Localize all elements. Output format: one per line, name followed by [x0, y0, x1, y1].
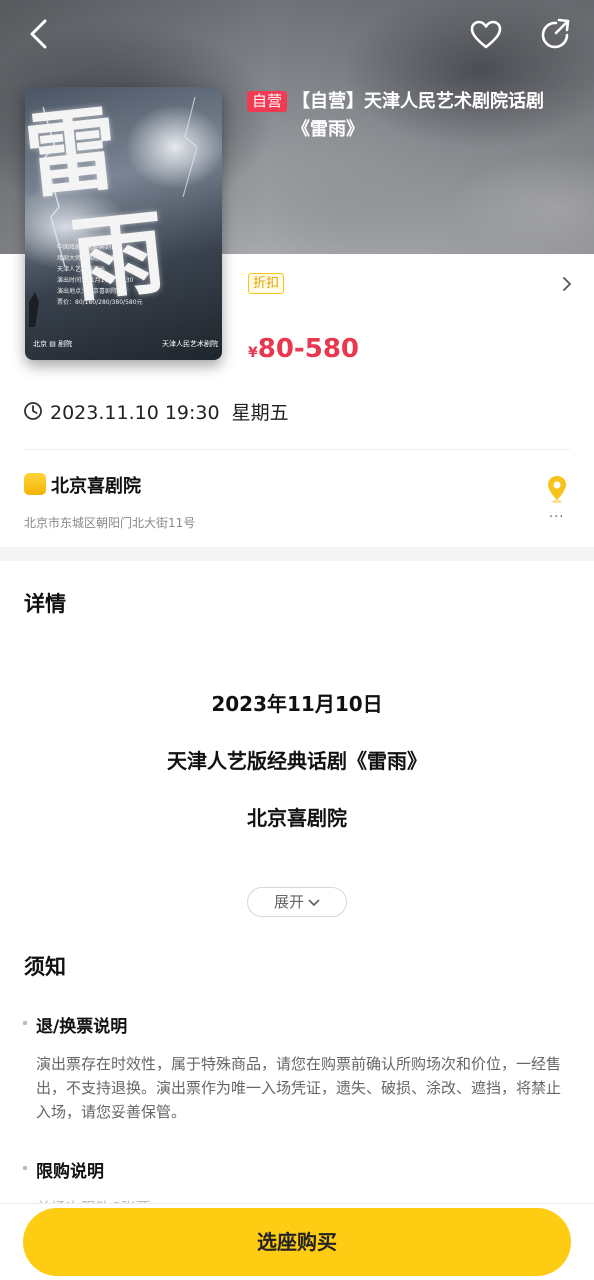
chevron-down-icon — [308, 889, 320, 917]
poster-char-1: 雷 — [25, 94, 123, 212]
chevron-left-icon[interactable] — [22, 16, 58, 52]
poster-footer-left: 北京 ▤ 剧院 — [33, 340, 73, 348]
poster-footer: 北京 ▤ 剧院 天津人民艺术剧院 — [33, 339, 218, 349]
discount-badge[interactable]: 折扣 — [248, 273, 285, 294]
self-operated-badge: 自营 — [247, 91, 288, 112]
divider — [24, 449, 570, 450]
venue-icon — [24, 473, 46, 495]
share-icon[interactable] — [537, 16, 575, 54]
bullet — [23, 1166, 27, 1170]
notice-heading: 须知 — [24, 955, 66, 979]
select-seat-buy-button[interactable]: 选座购买 — [23, 1208, 571, 1276]
price-value: 80-580 — [257, 334, 359, 364]
heart-icon[interactable] — [468, 17, 504, 53]
price-range: ¥80-580 — [248, 334, 359, 364]
section-separator — [0, 547, 594, 561]
clock-icon — [23, 401, 43, 421]
venue-address[interactable]: 北京市东城区朝阳门北大街11号 — [24, 514, 195, 531]
price-currency: ¥ — [248, 345, 258, 361]
show-datetime[interactable]: 2023.11.10 19:30 星期五 — [50, 398, 289, 425]
ticket-detail-page: 雷 雨 中国戏剧文化经典剧目 戏剧大师曹禺经典名著 天津人艺经典演出 演出时间：… — [0, 0, 594, 1280]
venue-name[interactable]: 北京喜剧院 — [51, 472, 141, 498]
show-poster[interactable]: 雷 雨 中国戏剧文化经典剧目 戏剧大师曹禺经典名著 天津人艺经典演出 演出时间：… — [25, 87, 222, 360]
bullet — [23, 1021, 27, 1025]
notice-refund-heading: 退/换票说明 — [36, 1017, 128, 1037]
notice-limit-heading: 限购说明 — [36, 1162, 104, 1182]
detail-line-show: 天津人艺版经典话剧《雷雨》 — [167, 749, 427, 773]
map-pin-icon[interactable] — [545, 474, 569, 504]
detail-line-venue: 北京喜剧院 — [247, 806, 347, 830]
show-title: 【自营】天津人民艺术剧院话剧《雷雨》 — [292, 91, 544, 140]
chevron-right-icon[interactable] — [559, 275, 575, 293]
notice-refund-body: 演出票存在时效性，属于特殊商品，请您在购票前确认所购场次和价位，一经售出，不支持… — [36, 1055, 562, 1121]
detail-line-date: 2023年11月10日 — [211, 692, 383, 716]
details-heading: 详情 — [24, 592, 66, 616]
poster-footer-right: 天津人民艺术剧院 — [162, 340, 218, 348]
more-icon[interactable]: ··· — [549, 510, 564, 525]
poster-info-text: 中国戏剧文化经典剧目 戏剧大师曹禺经典名著 天津人艺经典演出 演出时间：11月1… — [57, 244, 143, 306]
expand-button[interactable]: 展开 — [247, 887, 347, 917]
expand-label: 展开 — [273, 893, 304, 911]
